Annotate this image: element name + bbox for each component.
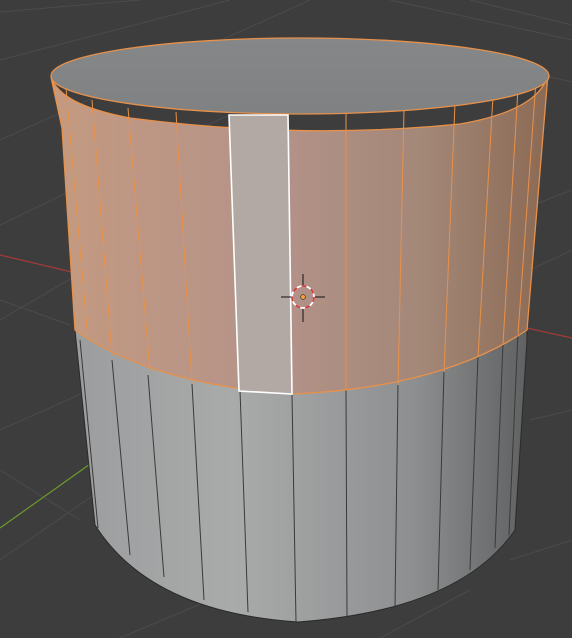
x-axis-line-right	[526, 327, 572, 339]
cylinder-top-cap	[50, 37, 550, 115]
3d-viewport[interactable]	[0, 0, 572, 638]
cylinder-upper-selected-band	[50, 73, 549, 395]
x-axis-line	[0, 254, 77, 274]
viewport-scene[interactable]	[0, 0, 572, 638]
origin-point-icon	[300, 294, 306, 300]
active-face[interactable]	[228, 114, 293, 395]
